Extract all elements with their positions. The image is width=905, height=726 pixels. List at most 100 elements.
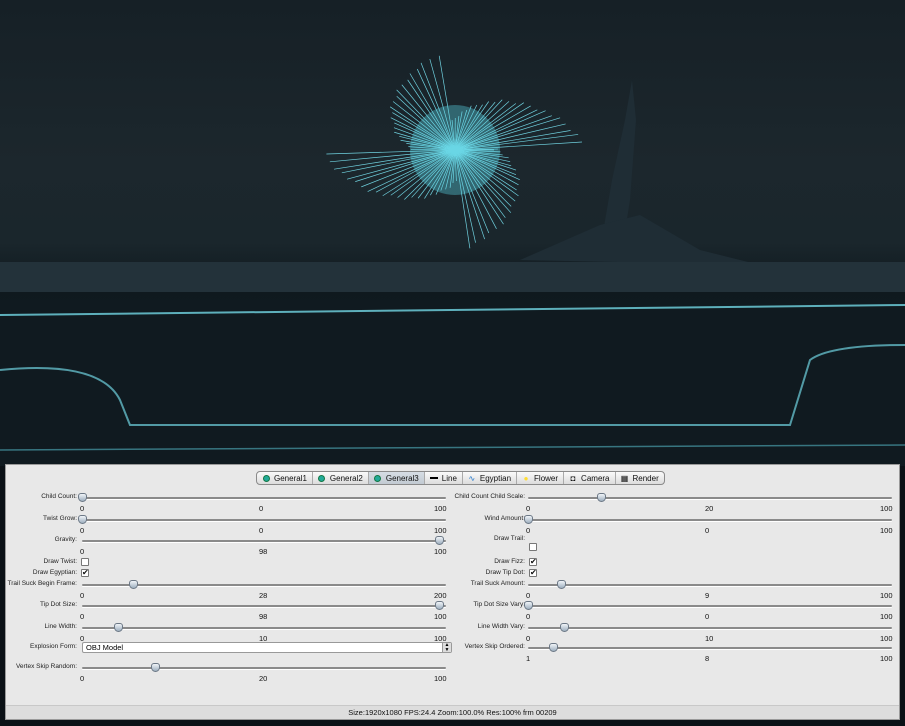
- tab-label: General1: [274, 473, 307, 483]
- slider-thumb[interactable]: [524, 601, 533, 610]
- slider-min: 0: [80, 591, 85, 600]
- twist-grow-slider[interactable]: [78, 515, 446, 524]
- slider-max: 200: [434, 591, 447, 600]
- slider-value: 10: [705, 634, 714, 643]
- render-icon: ▦: [620, 473, 629, 483]
- slider-max: 100: [880, 634, 893, 643]
- child-count-child-scale-slider[interactable]: [528, 493, 892, 502]
- select-value: OBJ Model: [86, 643, 124, 652]
- slider-thumb[interactable]: [150, 663, 160, 672]
- slider-min: 1: [526, 654, 531, 663]
- control-panel: General1 General2 General3 Line ∿ Egyptian ● Fl…: [5, 464, 900, 720]
- slider-min: 0: [526, 591, 531, 600]
- slider-value: 98: [259, 547, 268, 556]
- slider-min: 0: [80, 674, 85, 683]
- draw-tip-dot-checkbox[interactable]: ✔: [529, 569, 537, 577]
- slider-min: 0: [80, 526, 85, 535]
- slider-thumb[interactable]: [596, 493, 606, 502]
- line-width-label: Line Width:: [44, 623, 77, 630]
- slider-thumb[interactable]: [556, 580, 566, 589]
- trail-suck-amount-slider[interactable]: [528, 580, 892, 589]
- tab-egyptian[interactable]: ∿ Egyptian: [463, 472, 518, 484]
- draw-fizz-checkbox[interactable]: ✔: [529, 558, 537, 566]
- arena-rim: [0, 262, 905, 292]
- green-circle-icon: [262, 474, 270, 482]
- trail-suck-begin-frame-label: Trail Suck Begin Frame:: [7, 580, 77, 587]
- slider-max: 100: [880, 526, 893, 535]
- render-viewport[interactable]: [0, 0, 905, 466]
- slider-value: 0: [259, 526, 264, 535]
- child-count-label: Child Count:: [41, 493, 77, 500]
- slider-value: 28: [259, 591, 268, 600]
- slider-value: 0: [705, 612, 710, 621]
- draw-tip-dot-label: Draw Tip Dot:: [485, 569, 525, 576]
- slider-max: 100: [434, 612, 447, 621]
- status-bar: Size:1920x1080 FPS:24.4 Zoom:100.0% Res:…: [6, 705, 899, 719]
- trail-suck-begin-frame-slider[interactable]: [82, 580, 446, 589]
- tab-general3[interactable]: General3: [368, 472, 425, 484]
- slider-min: 0: [80, 547, 85, 556]
- tip-dot-size-slider[interactable]: [82, 601, 446, 610]
- slider-thumb[interactable]: [560, 623, 570, 632]
- tab-general2[interactable]: General2: [313, 472, 369, 484]
- vertex-skip-ordered-slider[interactable]: [528, 643, 892, 652]
- wave-icon: ∿: [468, 473, 476, 483]
- wind-amount-slider[interactable]: [524, 515, 892, 524]
- draw-egyptian-label: Draw Egyptian:: [32, 569, 77, 576]
- explosion-form-select[interactable]: OBJ Model ▲ ▼: [82, 642, 452, 653]
- slider-thumb[interactable]: [434, 536, 444, 545]
- slider-min: 0: [80, 504, 85, 513]
- tab-bar: General1 General2 General3 Line ∿ Egyptian ● Fl…: [256, 471, 665, 485]
- slider-max: 100: [434, 547, 447, 556]
- tip-dot-size-label: Tip Dot Size:: [40, 601, 77, 608]
- slider-max: 100: [434, 504, 447, 513]
- line-icon: [429, 474, 438, 482]
- slider-thumb[interactable]: [128, 580, 138, 589]
- tab-render[interactable]: ▦ Render: [616, 472, 664, 484]
- line-width-vary-slider[interactable]: [528, 623, 892, 632]
- tab-flower[interactable]: ● Flower: [517, 472, 565, 484]
- updown-arrow-icon: ▲ ▼: [442, 643, 451, 652]
- trail-suck-amount-label: Trail Suck Amount:: [470, 580, 525, 587]
- child-count-slider[interactable]: [78, 493, 446, 502]
- draw-twist-checkbox[interactable]: [81, 558, 89, 566]
- explosion-form-label: Explosion Form:: [30, 643, 77, 650]
- tab-line[interactable]: Line: [425, 472, 463, 484]
- gravity-label: Gravity:: [54, 536, 77, 543]
- slider-value: 9: [705, 591, 710, 600]
- slider-min: 0: [526, 526, 531, 535]
- line-width-vary-label: Line Width Vary:: [477, 623, 525, 630]
- draw-egyptian-checkbox[interactable]: ✔: [81, 569, 89, 577]
- vertex-skip-random-slider[interactable]: [82, 663, 446, 672]
- slider-thumb[interactable]: [549, 643, 559, 652]
- tab-general1[interactable]: General1: [257, 472, 313, 484]
- tab-camera[interactable]: ◘ Camera: [564, 472, 616, 484]
- draw-trail-label: Draw Trail:: [493, 535, 525, 542]
- flower-icon: ●: [523, 473, 529, 483]
- tip-dot-size-vary-label: Tip Dot Size Vary:: [473, 601, 525, 608]
- slider-thumb[interactable]: [434, 601, 444, 610]
- gravity-slider[interactable]: [82, 536, 446, 545]
- slider-thumb[interactable]: [524, 515, 533, 524]
- slider-value: 98: [259, 612, 268, 621]
- tab-label: Flower: [534, 473, 559, 483]
- slider-min: 0: [526, 612, 531, 621]
- green-circle-icon: [318, 474, 326, 482]
- draw-twist-label: Draw Twist:: [43, 558, 77, 565]
- tab-label: Egyptian: [479, 473, 512, 483]
- tab-label: Line: [441, 473, 457, 483]
- draw-trail-checkbox[interactable]: [529, 543, 537, 551]
- slider-min: 0: [526, 504, 531, 513]
- line-width-slider[interactable]: [82, 623, 446, 632]
- slider-min: 0: [80, 612, 85, 621]
- scene-graphic: [0, 55, 905, 466]
- slider-min: 0: [526, 634, 531, 643]
- slider-max: 100: [880, 654, 893, 663]
- slider-max: 100: [880, 504, 893, 513]
- tip-dot-size-vary-slider[interactable]: [524, 601, 892, 610]
- slider-thumb[interactable]: [78, 493, 87, 502]
- slider-thumb[interactable]: [114, 623, 124, 632]
- green-circle-icon: [374, 474, 382, 482]
- slider-value: 20: [705, 504, 714, 513]
- slider-thumb[interactable]: [78, 515, 87, 524]
